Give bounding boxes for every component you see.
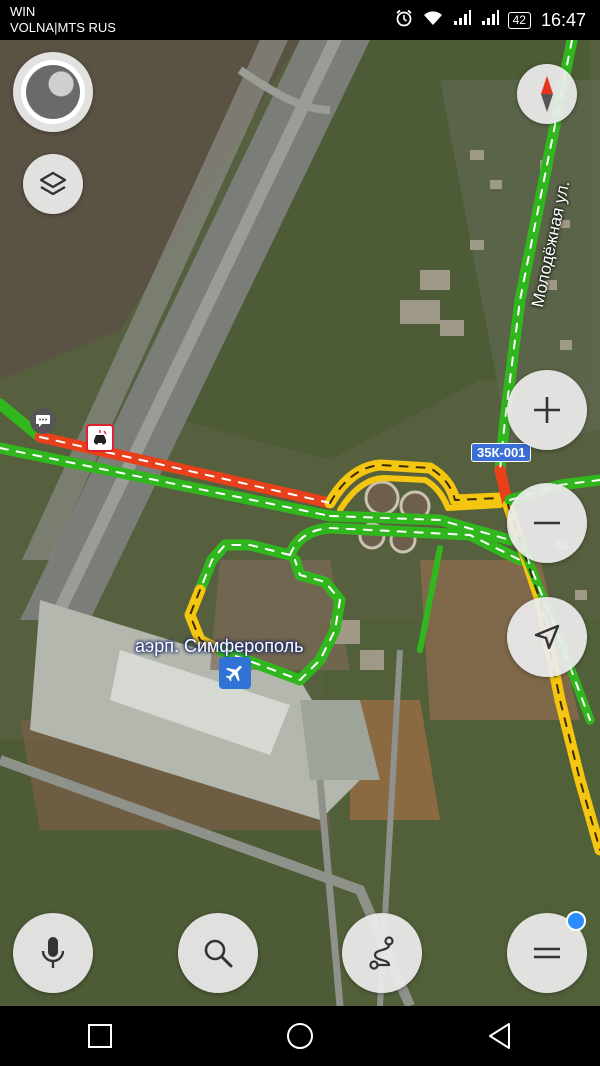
location-arrow-icon <box>532 622 562 652</box>
alarm-icon <box>394 8 414 33</box>
airplane-icon[interactable] <box>219 657 251 689</box>
voice-button[interactable] <box>13 913 93 993</box>
menu-icon <box>530 938 564 968</box>
microphone-icon <box>38 935 68 971</box>
carrier-line-1: WIN <box>10 4 36 19</box>
search-button[interactable] <box>178 913 258 993</box>
zoom-in-button[interactable] <box>507 370 587 450</box>
my-location-button[interactable] <box>507 597 587 677</box>
zoom-out-button[interactable] <box>507 483 587 563</box>
layers-icon <box>37 168 69 200</box>
carrier-line-2: VOLNA|MTS RUS <box>10 20 116 35</box>
compass-icon <box>533 74 561 114</box>
carrier-info: WIN VOLNA|MTS RUS <box>10 4 116 36</box>
battery-icon: 42 <box>507 11 531 29</box>
back-icon[interactable] <box>470 1006 530 1066</box>
status-bar: WIN VOLNA|MTS RUS 42 16:47 <box>0 0 600 40</box>
wifi-icon <box>422 9 444 32</box>
profile-avatar[interactable] <box>13 52 93 132</box>
notification-dot <box>566 911 586 931</box>
compass-button[interactable] <box>517 64 577 124</box>
routes-button[interactable] <box>342 913 422 993</box>
chat-bubble-icon[interactable] <box>30 408 56 434</box>
plus-icon <box>530 393 564 427</box>
system-nav-bar <box>0 1006 600 1066</box>
airport-label[interactable]: аэрп. Симферополь <box>135 636 303 657</box>
signal-icon <box>480 9 500 32</box>
signal-icon <box>452 9 472 32</box>
route-number-badge: 35К-001 <box>471 443 532 462</box>
route-icon <box>365 935 399 971</box>
layers-button[interactable] <box>23 154 83 214</box>
clock: 16:47 <box>540 9 586 30</box>
road-accident-icon[interactable] <box>86 424 114 452</box>
search-icon <box>201 936 235 970</box>
minus-icon <box>530 506 564 540</box>
recents-icon[interactable] <box>70 1006 130 1066</box>
home-icon[interactable] <box>270 1006 330 1066</box>
